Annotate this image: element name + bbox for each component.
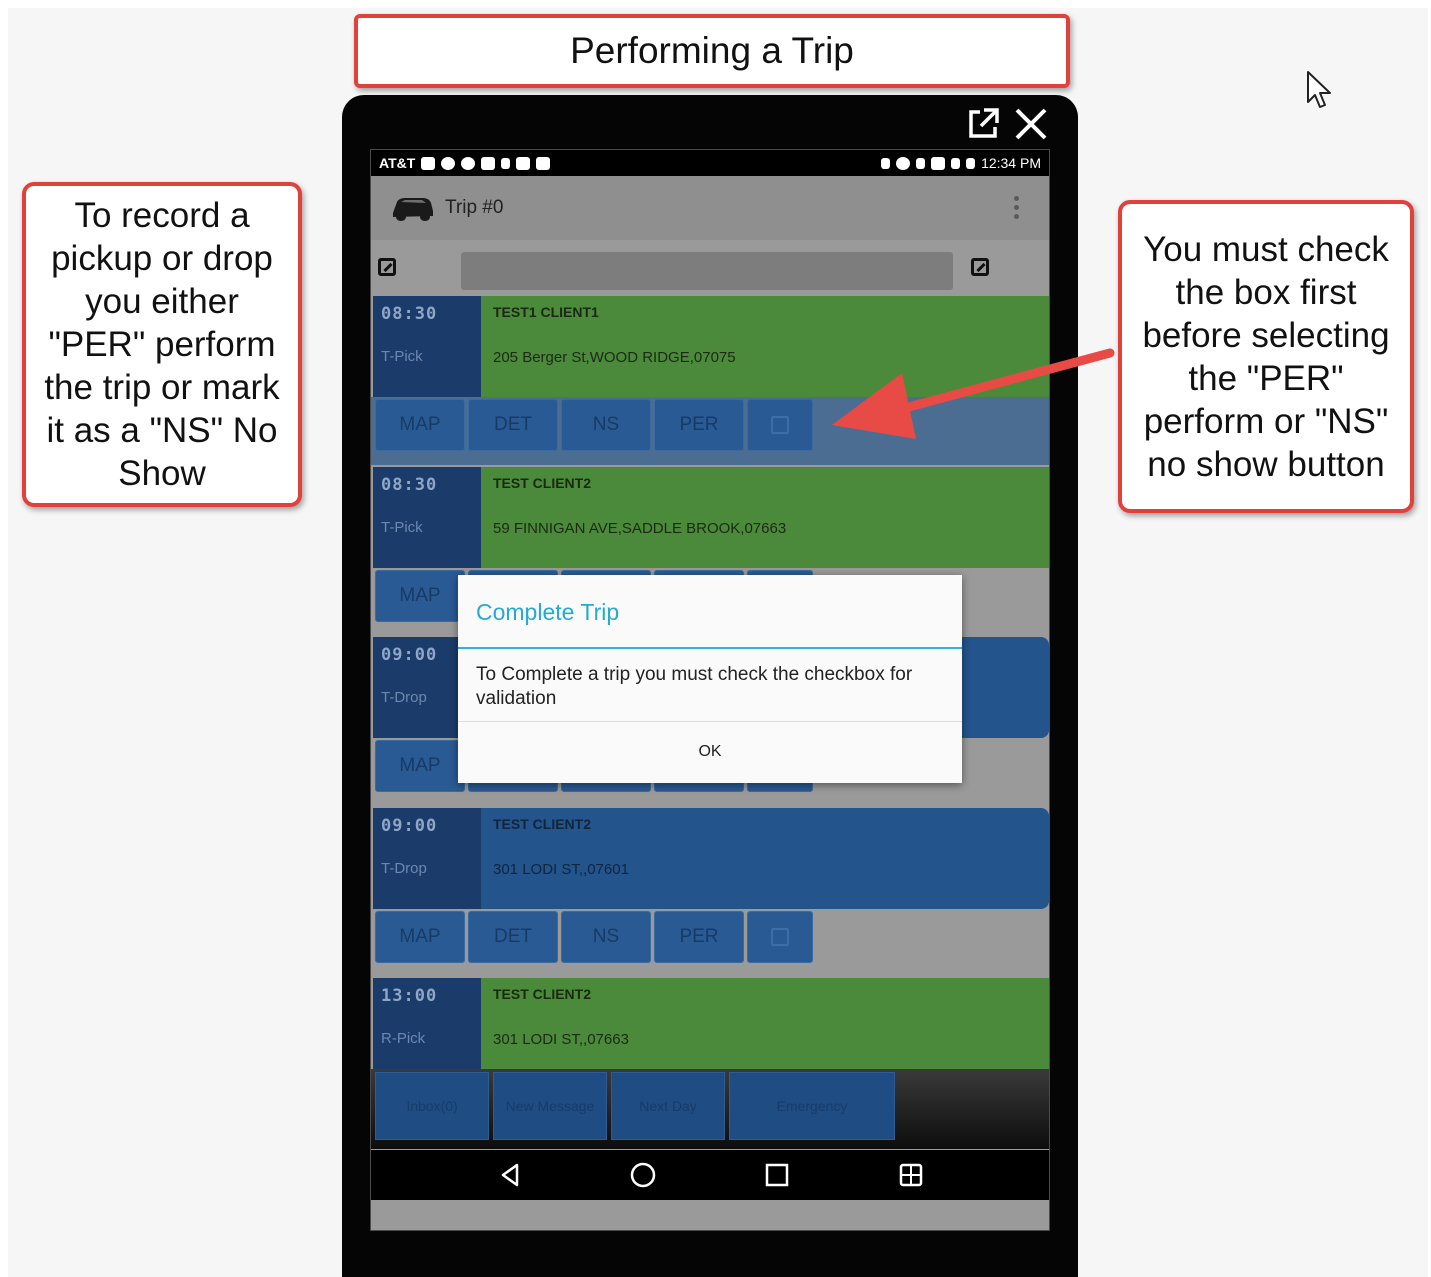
trip-type: T-Drop xyxy=(381,860,427,877)
search-input[interactable] xyxy=(461,252,953,290)
back-icon[interactable] xyxy=(495,1160,525,1190)
right-note-text: You must check the box first before sele… xyxy=(1142,229,1390,484)
client-address: 301 LODI ST,,07601 xyxy=(493,861,629,878)
client-name: TEST1 CLIENT1 xyxy=(493,304,599,320)
close-icon[interactable] xyxy=(1014,107,1048,141)
home-icon[interactable] xyxy=(628,1160,658,1190)
notification-icon xyxy=(481,156,496,170)
no-show-button[interactable]: NS xyxy=(561,399,651,451)
download-icon xyxy=(501,157,511,169)
dialog-divider xyxy=(458,647,962,649)
map-button[interactable]: MAP xyxy=(375,911,465,963)
trip-time: 13:00 xyxy=(381,986,438,1006)
title-callout: Performing a Trip xyxy=(354,14,1070,88)
sync-icon xyxy=(896,156,911,170)
client-address: 301 LODI ST,,07663 xyxy=(493,1031,629,1048)
toggle-checkbox[interactable] xyxy=(971,258,989,276)
details-button[interactable]: DET xyxy=(468,911,558,963)
trip-type: T-Pick xyxy=(381,348,423,365)
trip-time-column: 08:30 T-Pick xyxy=(373,296,481,397)
battery-icon xyxy=(966,157,976,169)
bag-icon xyxy=(516,156,531,170)
map-button[interactable]: MAP xyxy=(375,399,465,451)
dialog-title: Complete Trip xyxy=(476,599,620,625)
trip-card[interactable]: 08:30 T-Pick TEST CLIENT2 59 FINNIGAN AV… xyxy=(371,467,1049,568)
tab-next-day[interactable]: Next Day xyxy=(611,1072,725,1140)
recents-icon[interactable] xyxy=(762,1160,792,1190)
tab-emergency[interactable]: Emergency xyxy=(729,1072,895,1140)
trip-time-column: 08:30 T-Pick xyxy=(373,467,481,568)
tab-inbox[interactable]: Inbox(0) xyxy=(375,1072,489,1140)
notification-icon xyxy=(441,156,456,170)
app-bar: Trip #0 xyxy=(371,176,1049,240)
bottom-tab-bar: Inbox(0) New Message Next Day Emergency xyxy=(371,1069,1049,1149)
signal-icon xyxy=(951,157,961,169)
trip-time: 08:30 xyxy=(381,304,438,324)
overflow-menu-icon[interactable] xyxy=(1014,196,1019,219)
select-all-checkbox[interactable] xyxy=(378,258,396,276)
clock: 12:34 PM xyxy=(981,155,1041,171)
mute-icon xyxy=(916,157,926,169)
location-icon xyxy=(881,157,891,169)
perform-button[interactable]: PER xyxy=(654,399,744,451)
dialog-message: To Complete a trip you must check the ch… xyxy=(476,664,913,709)
eye-icon xyxy=(461,156,476,170)
perform-button[interactable]: PER xyxy=(654,911,744,963)
status-bar: AT&T 12:34 PM xyxy=(371,150,1049,176)
map-button[interactable]: MAP xyxy=(375,570,465,622)
left-annotation-note: To record a pickup or drop you either "P… xyxy=(22,182,302,507)
tab-new-message[interactable]: New Message xyxy=(493,1072,607,1140)
left-note-text: To record a pickup or drop you either "P… xyxy=(44,196,280,493)
checkbox-box xyxy=(771,416,789,434)
checkbox-box xyxy=(771,928,789,946)
trip-time: 09:00 xyxy=(381,645,438,665)
wifi-icon xyxy=(931,156,946,170)
carrier-label: AT&T xyxy=(379,155,416,171)
pointer-arrow xyxy=(832,348,1115,439)
client-address: 205 Berger St,WOOD RIDGE,07075 xyxy=(493,349,736,366)
filter-row xyxy=(371,240,1049,296)
bag-icon xyxy=(536,156,551,170)
validate-checkbox[interactable] xyxy=(747,911,813,963)
details-button[interactable]: DET xyxy=(468,399,558,451)
trip-time: 09:00 xyxy=(381,816,438,836)
validate-checkbox[interactable] xyxy=(747,399,813,451)
popout-icon[interactable] xyxy=(966,107,1000,141)
trip-time: 08:30 xyxy=(381,475,438,495)
trip-info: TEST CLIENT2 301 LODI ST,,07601 xyxy=(481,808,1049,909)
trip-type: T-Drop xyxy=(381,689,427,706)
trip-type: T-Pick xyxy=(381,519,423,536)
no-show-button[interactable]: NS xyxy=(561,911,651,963)
title-text: Performing a Trip xyxy=(570,30,854,71)
notification-icon xyxy=(421,156,436,170)
right-annotation-note: You must check the box first before sele… xyxy=(1118,200,1414,513)
android-nav-bar xyxy=(371,1150,1049,1200)
trip-time-column: 13:00 R-Pick xyxy=(373,978,481,1079)
window-controls xyxy=(966,107,1048,141)
mouse-cursor-icon xyxy=(1307,71,1331,108)
map-button[interactable]: MAP xyxy=(375,740,465,792)
app-title: Trip #0 xyxy=(445,197,504,218)
complete-trip-dialog: Complete Trip To Complete a trip you mus… xyxy=(458,575,962,783)
client-name: TEST CLIENT2 xyxy=(493,986,592,1002)
trip-card[interactable]: 13:00 R-Pick TEST CLIENT2 301 LODI ST,,0… xyxy=(371,978,1049,1079)
client-address: 59 FINNIGAN AVE,SADDLE BROOK,07663 xyxy=(493,520,787,537)
client-name: TEST CLIENT2 xyxy=(493,816,592,832)
car-icon xyxy=(393,198,433,221)
trip-type: R-Pick xyxy=(381,1030,426,1047)
trip-action-row: MAP DET NS PER xyxy=(371,909,1049,977)
split-screen-icon[interactable] xyxy=(896,1160,926,1190)
ok-button[interactable]: OK xyxy=(458,722,962,782)
trip-time-column: 09:00 T-Drop xyxy=(373,808,481,909)
trip-card[interactable]: 09:00 T-Drop TEST CLIENT2 301 LODI ST,,0… xyxy=(371,808,1049,909)
client-name: TEST CLIENT2 xyxy=(493,475,592,491)
trip-info: TEST CLIENT2 301 LODI ST,,07663 xyxy=(481,978,1049,1079)
trip-info: TEST CLIENT2 59 FINNIGAN AVE,SADDLE BROO… xyxy=(481,467,1049,568)
